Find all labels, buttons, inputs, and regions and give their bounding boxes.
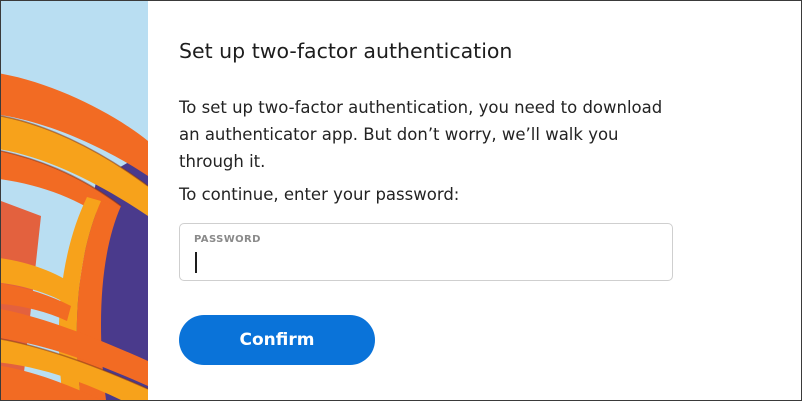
password-field-label: PASSWORD — [194, 234, 261, 245]
text-cursor — [195, 252, 197, 273]
password-field[interactable]: PASSWORD — [179, 223, 673, 281]
password-prompt: To continue, enter your password: — [179, 185, 460, 204]
password-input[interactable] — [193, 250, 653, 274]
confirm-button[interactable]: Confirm — [179, 315, 375, 365]
decorative-illustration — [1, 1, 148, 400]
intro-text: To set up two-factor authentication, you… — [179, 98, 663, 171]
page-title: Set up two-factor authentication — [179, 39, 513, 63]
two-factor-dialog: Set up two-factor authentication To set … — [0, 0, 802, 401]
